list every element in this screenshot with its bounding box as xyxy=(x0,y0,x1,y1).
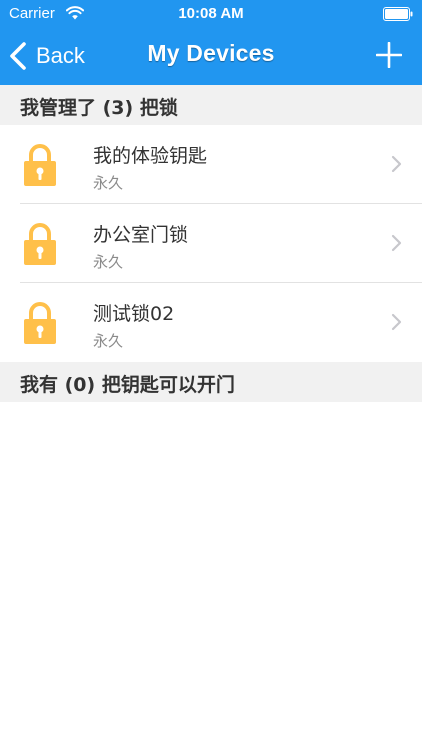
top-bar: Carrier 10:08 AM Back My Devices xyxy=(0,0,422,85)
lock-icon xyxy=(24,302,56,344)
lock-icon xyxy=(24,144,56,186)
section-header-label: 我有 (0) 把钥匙可以开门 xyxy=(20,374,235,396)
chevron-right-icon xyxy=(391,234,402,252)
plus-icon[interactable] xyxy=(376,42,402,68)
lock-validity: 永久 xyxy=(93,174,124,192)
lock-name: 办公室门锁 xyxy=(93,224,189,246)
status-bar: Carrier 10:08 AM xyxy=(0,0,422,28)
lock-row[interactable]: 办公室门锁 永久 xyxy=(0,204,422,283)
section-header-label: 我管理了 (3) 把锁 xyxy=(20,97,178,119)
lock-validity: 永久 xyxy=(93,253,124,271)
lock-row[interactable]: 我的体验钥匙 永久 xyxy=(0,125,422,204)
chevron-right-icon xyxy=(391,155,402,173)
chevron-right-icon xyxy=(391,313,402,331)
page-title: My Devices xyxy=(147,40,275,66)
section-header-managed-locks: 我管理了 (3) 把锁 xyxy=(0,85,422,125)
battery-full-icon xyxy=(383,7,413,21)
lock-row[interactable]: 测试锁02 永久 xyxy=(0,283,422,362)
navigation-bar: Back My Devices xyxy=(0,28,422,85)
my-devices-screen: Carrier 10:08 AM Back My Devices 我管理了 (3… xyxy=(0,0,422,750)
lock-validity: 永久 xyxy=(93,332,124,350)
lock-name: 我的体验钥匙 xyxy=(93,145,208,167)
status-time: 10:08 AM xyxy=(178,5,244,22)
section-header-keys: 我有 (0) 把钥匙可以开门 xyxy=(0,362,422,402)
lock-name: 测试锁02 xyxy=(93,303,175,325)
lock-icon xyxy=(24,223,56,265)
